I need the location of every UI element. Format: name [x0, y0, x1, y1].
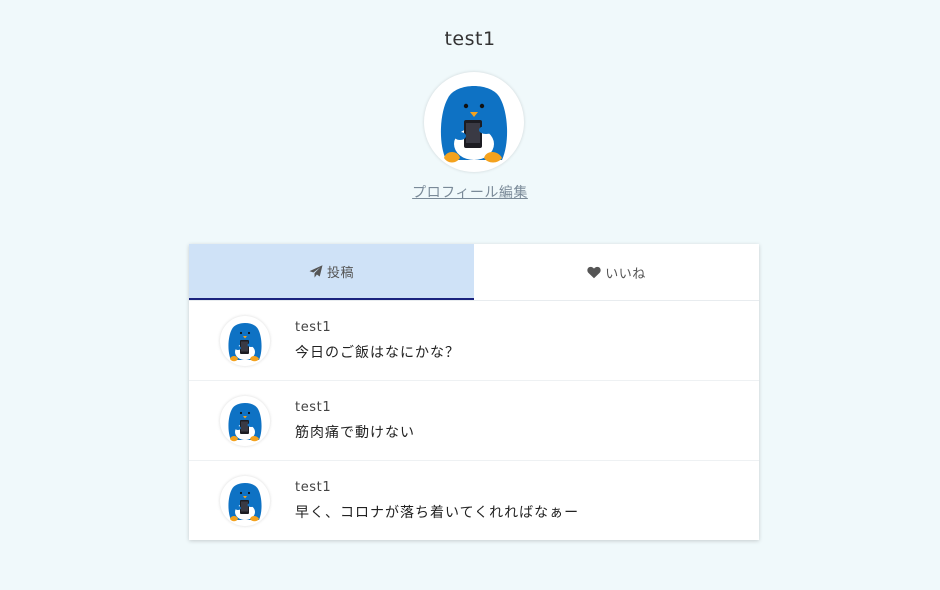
profile-username: test1	[444, 28, 496, 50]
post-username: test1	[295, 320, 332, 335]
tab-posts[interactable]: 投稿	[189, 244, 474, 300]
post-username: test1	[295, 400, 332, 415]
penguin-avatar-icon	[424, 72, 524, 172]
post-text: 早く、コロナが落ち着いてくれればなぁー	[295, 505, 580, 521]
penguin-avatar-icon	[220, 316, 270, 366]
post-text: 今日のご飯はなにかな？	[295, 345, 460, 361]
penguin-avatar-icon	[220, 396, 270, 446]
post-username: test1	[295, 480, 332, 495]
penguin-avatar-icon	[220, 476, 270, 526]
post-avatar[interactable]	[220, 316, 270, 366]
tab-posts-label: 投稿	[326, 265, 354, 281]
paper-plane-icon	[309, 264, 323, 278]
post-text: 筋肉痛で動けない	[295, 425, 415, 441]
profile-avatar	[424, 72, 524, 172]
heart-icon	[587, 266, 601, 279]
profile-edit-link-wrapper: プロフィール編集	[0, 182, 940, 202]
post-avatar[interactable]	[220, 476, 270, 526]
post-item[interactable]: test1 今日のご飯はなにかな？	[189, 301, 759, 381]
tab-bar: 投稿 いいね	[189, 244, 759, 301]
posts-card: 投稿 いいね test1 今日のご飯はなにかな？ test1 筋肉痛で動けない …	[189, 244, 759, 540]
post-item[interactable]: test1 筋肉痛で動けない	[189, 381, 759, 461]
tab-likes-label: いいね	[605, 266, 646, 282]
post-avatar[interactable]	[220, 396, 270, 446]
tab-likes[interactable]: いいね	[474, 244, 759, 300]
post-item[interactable]: test1 早く、コロナが落ち着いてくれればなぁー	[189, 461, 759, 541]
profile-edit-link[interactable]: プロフィール編集	[412, 185, 528, 201]
